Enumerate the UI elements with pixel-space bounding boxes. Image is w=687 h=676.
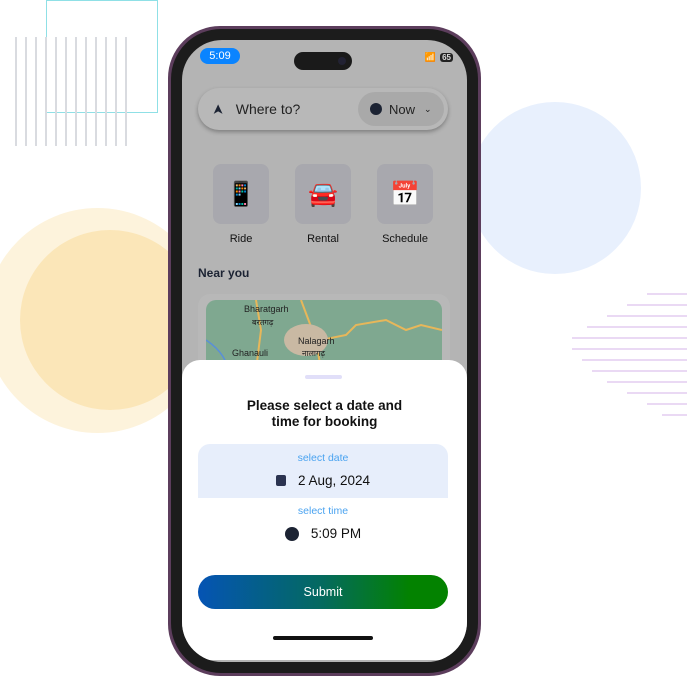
decorative-lines (0, 0, 140, 150)
home-indicator (273, 636, 373, 640)
title-line: time for booking (271, 414, 378, 429)
time-value: 5:09 PM (310, 526, 362, 541)
drag-handle[interactable] (305, 375, 342, 379)
map-label: Nalagarh (298, 336, 335, 346)
rent-car-icon: 🚘 (295, 164, 351, 224)
decorative-blue-circle (469, 102, 641, 274)
phone-car-icon: 📱 (213, 164, 269, 224)
near-you-heading: Near you (198, 266, 250, 280)
booking-bottom-sheet: Please select a date and time for booking… (182, 360, 467, 660)
battery-icon: 65 (440, 53, 453, 62)
service-label: Schedule (382, 233, 428, 245)
calendar-icon (275, 475, 286, 486)
time-label: select time (297, 505, 349, 517)
map-label: Ghanauli (232, 348, 269, 358)
time-picker[interactable]: select time 5:09 PM (198, 498, 448, 548)
map-label: बरतगढ़ (252, 318, 274, 327)
time-selector-dropdown[interactable]: Now ⌄ (358, 92, 444, 126)
service-label: Rental (307, 233, 339, 245)
service-label: Ride (229, 233, 253, 245)
service-schedule[interactable]: 📅 Schedule (377, 164, 433, 245)
clock-icon (284, 526, 299, 541)
service-rental[interactable]: 🚘 Rental (295, 164, 351, 245)
dynamic-island (294, 52, 352, 70)
submit-button[interactable]: Submit (198, 575, 448, 609)
map-label: Bharatgarh (244, 304, 289, 314)
decorative-purple-lines (560, 290, 687, 420)
date-row: 2 Aug, 2024 (198, 473, 448, 488)
title-line: Please select a date and (246, 398, 403, 413)
status-icons: 📶 65 (425, 52, 453, 63)
date-label: select date (297, 452, 349, 464)
chevron-down-icon: ⌄ (424, 103, 432, 114)
camera-icon (338, 57, 346, 65)
wifi-icon: 📶 (424, 52, 437, 62)
service-ride[interactable]: 📱 Ride (213, 164, 269, 245)
time-row: 5:09 PM (198, 526, 448, 541)
status-time: 5:09 (200, 48, 240, 64)
time-selector-value: Now (389, 101, 416, 117)
phone-frame: 5:09 📶 65 ➤ Where to? Now ⌄ 📱 Ride 🚘 Renta… (168, 26, 481, 676)
navigation-arrow-icon: ➤ (209, 103, 226, 115)
where-to-search[interactable]: ➤ Where to? Now ⌄ (198, 88, 448, 130)
calendar-car-icon: 📅 (377, 164, 433, 224)
date-value: 2 Aug, 2024 (297, 473, 371, 488)
map-label: नालागढ़ (302, 349, 326, 358)
clock-icon (370, 103, 382, 115)
sheet-title: Please select a date and time for booking (182, 398, 467, 430)
date-picker[interactable]: select date 2 Aug, 2024 (198, 444, 448, 498)
where-to-placeholder: Where to? (235, 101, 301, 117)
app-screen: 5:09 📶 65 ➤ Where to? Now ⌄ 📱 Ride 🚘 Renta… (182, 40, 467, 662)
